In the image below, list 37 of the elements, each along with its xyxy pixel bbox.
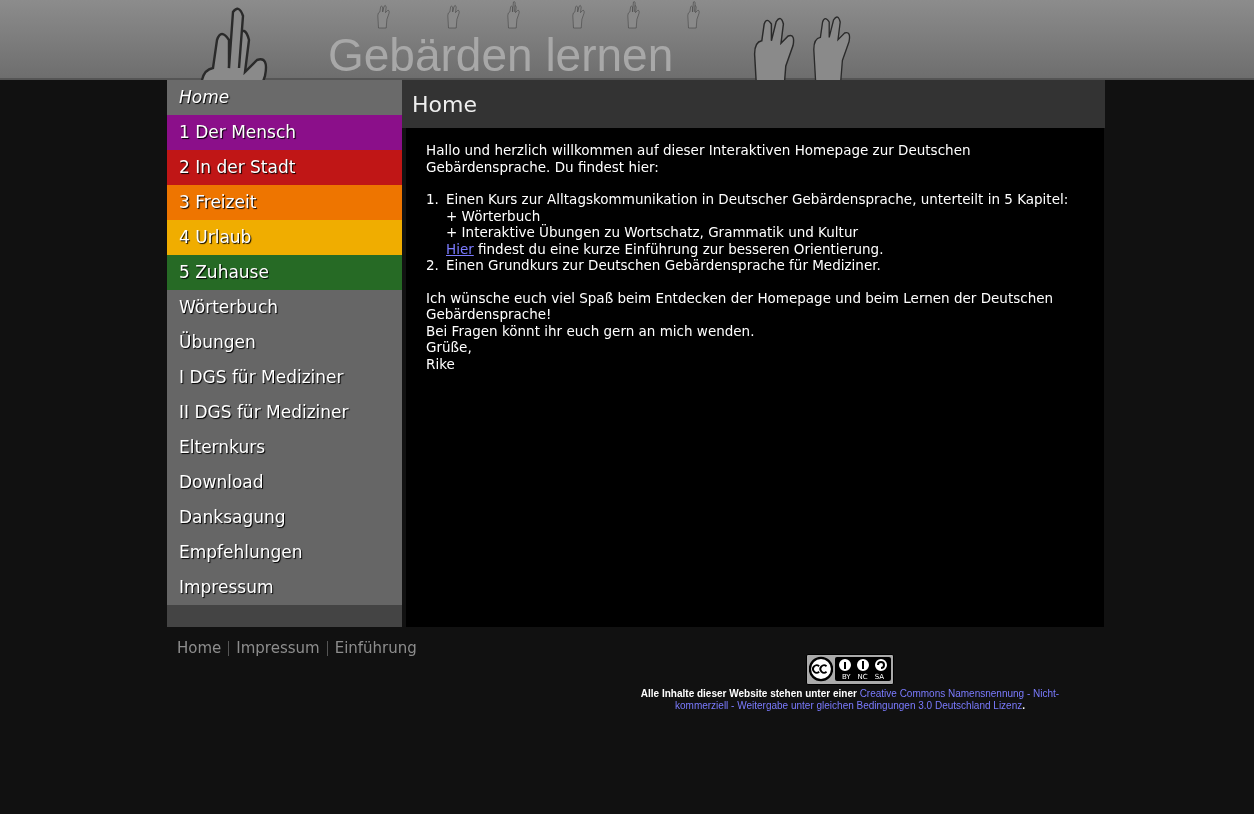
menu-item[interactable]: Danksagung (167, 500, 402, 535)
closing-text: Bei Fragen könnt ihr euch gern an mich wenden. (426, 322, 756, 339)
menu-item[interactable]: Empfehlungen (167, 535, 402, 570)
cc-icon (809, 656, 833, 682)
page-title: Home (412, 90, 477, 119)
footer-link[interactable]: Impressum (236, 637, 320, 660)
menu-item[interactable]: 5 Zuhause (167, 255, 402, 290)
menu-item[interactable]: Download (167, 465, 402, 500)
list-text: Einen Kurs zur Alltagskommunikation in Deutscher Gebärdensprache, unterteilt in 5 Kapitel: (446, 191, 1069, 208)
footer-link[interactable]: Home (177, 637, 222, 660)
license-end: . (1022, 699, 1025, 712)
menu-item[interactable]: Elternkurs (167, 430, 402, 465)
menu-item[interactable]: 1 Der Mensch (167, 115, 402, 150)
closing-text: Rike (426, 355, 456, 372)
menu-item[interactable]: 2 In der Stadt (167, 150, 402, 185)
menu-item[interactable]: Wörterbuch (167, 290, 402, 325)
closing-text: Ich wünsche euch viel Spaß beim Entdecken der Homepage und beim Lernen der Deutschen Gebärdensprache! (426, 289, 1055, 323)
license-link[interactable]: Creative Commons Namensnennung - Nicht- (859, 687, 1060, 700)
list-number: 1. (426, 191, 440, 209)
list-subline: Hier findest du eine kurze Einführung zur besseren Orientierung. (446, 240, 885, 257)
intro-text: Hallo und herzlich willkommen auf dieser Interaktiven Homepage zur Deutschen Gebärdensprache. Du findest hier: (426, 142, 972, 175)
footer-link[interactable]: Einführung (334, 637, 417, 660)
list-text: Einen Grundkurs zur Deutschen Gebärdensprache für Mediziner. (446, 257, 881, 274)
license-terms-icon (837, 657, 889, 673)
license-text: Alle Inhalte dieser Website stehen unter einer (640, 687, 858, 700)
menu-item[interactable]: Impressum (167, 570, 402, 605)
list-subline: + Interaktive Übungen zu Wortschatz, Grammatik und Kultur (446, 224, 859, 241)
closing-text: Grüße, (426, 339, 473, 356)
list-subline: + Wörterbuch (446, 207, 542, 224)
intro-link[interactable]: Hier (446, 240, 474, 257)
list-number: 2. (426, 257, 440, 274)
menu-item[interactable]: Übungen (167, 325, 402, 360)
menu-item[interactable]: 3 Freizeit (167, 185, 402, 220)
menu-item[interactable]: Home (167, 80, 402, 115)
menu-item[interactable]: I DGS für Mediziner (167, 360, 402, 395)
site-title: Gebärden lernen (328, 32, 674, 78)
menu-item[interactable]: II DGS für Mediziner (167, 395, 402, 430)
